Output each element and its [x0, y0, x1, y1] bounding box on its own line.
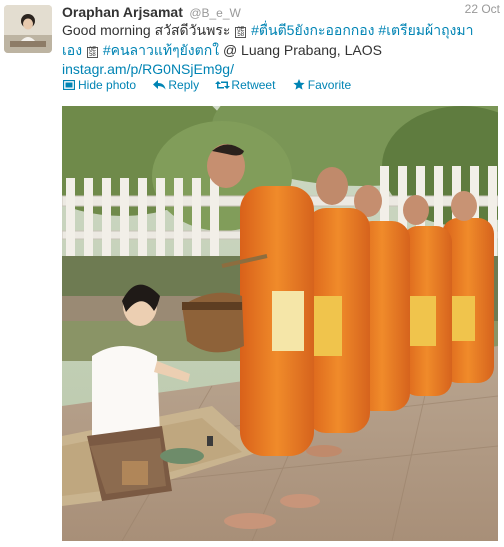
tweet-text: Good morning สวัสดีวันพระ 0E 58 #ตื่นตี5ย…: [62, 21, 482, 80]
reply-icon: [152, 78, 166, 92]
reply-button[interactable]: Reply: [152, 78, 199, 92]
tweet-header: Oraphan Arjsamat @B_e_W: [62, 4, 502, 22]
hashtag-link[interactable]: #คนลาวแท้ๆยังตกใ: [103, 42, 219, 58]
star-icon: [292, 78, 306, 92]
reply-label: Reply: [168, 78, 200, 92]
hide-photo-button[interactable]: Hide photo: [62, 78, 136, 92]
tweet-photo[interactable]: [62, 106, 498, 541]
alms-giving-photo: [62, 106, 498, 541]
tweet-timestamp[interactable]: 22 Oct: [465, 2, 500, 16]
instagram-link[interactable]: instagr.am/p/RG0NSjEm9g/: [62, 61, 234, 77]
user-handle[interactable]: @B_e_W: [189, 6, 241, 20]
tweet-text-intro: Good morning สวัสดีวันพระ: [62, 22, 235, 38]
retweet-label: Retweet: [231, 78, 276, 92]
hashtag-link[interactable]: #ตื่นตี5ยังกะออกกอง: [251, 22, 374, 38]
favorite-label: Favorite: [307, 78, 352, 92]
tweet-text-location: @ Luang Prabang, LAOS: [219, 41, 382, 58]
retweet-icon: [215, 78, 231, 92]
tweet: Oraphan Arjsamat @B_e_W 22 Oct Good morn…: [0, 0, 504, 547]
tweet-actions: Hide photo Reply Retweet Favorite: [62, 78, 364, 94]
favorite-button[interactable]: Favorite: [292, 78, 351, 92]
retweet-button[interactable]: Retweet: [215, 78, 275, 92]
unknown-glyph-icon: 0E 58: [86, 46, 98, 58]
hide-photo-label: Hide photo: [78, 78, 137, 92]
user-fullname[interactable]: Oraphan Arjsamat: [62, 4, 183, 20]
avatar[interactable]: [4, 5, 52, 53]
photo-icon: [62, 78, 76, 92]
unknown-glyph-icon: 0E 58: [235, 27, 247, 38]
